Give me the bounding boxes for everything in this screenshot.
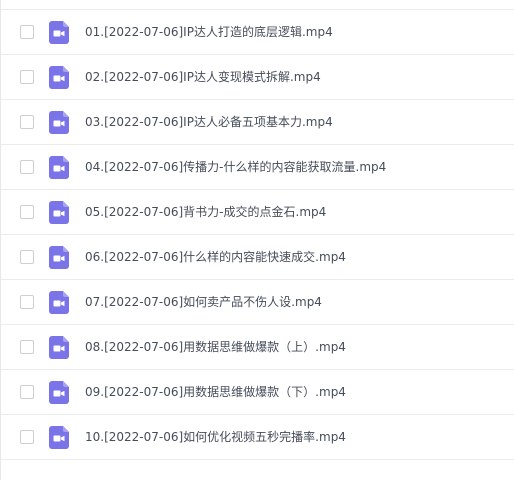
- file-name[interactable]: 05.[2022-07-06]背书力-成交的点金石.mp4: [85, 204, 326, 220]
- video-file-icon: [49, 336, 69, 359]
- file-row[interactable]: 07.[2022-07-06]如何卖产品不伤人设.mp4: [1, 280, 514, 325]
- video-file-icon: [49, 156, 69, 179]
- select-checkbox[interactable]: [20, 70, 34, 84]
- video-file-icon: [49, 246, 69, 269]
- select-checkbox[interactable]: [20, 25, 34, 39]
- video-file-icon: [49, 66, 69, 89]
- file-row[interactable]: 05.[2022-07-06]背书力-成交的点金石.mp4: [1, 190, 514, 235]
- select-checkbox[interactable]: [20, 430, 34, 444]
- file-name[interactable]: 02.[2022-07-06]IP达人变现模式拆解.mp4: [85, 69, 321, 85]
- select-checkbox[interactable]: [20, 385, 34, 399]
- file-name[interactable]: 10.[2022-07-06]如何优化视频五秒完播率.mp4: [85, 429, 346, 445]
- file-list: 01.[2022-07-06]IP达人打造的底层逻辑.mp4 02.[2022-…: [0, 0, 514, 480]
- video-file-icon: [49, 381, 69, 404]
- select-checkbox[interactable]: [20, 250, 34, 264]
- file-rows: 01.[2022-07-06]IP达人打造的底层逻辑.mp4 02.[2022-…: [1, 10, 514, 460]
- file-name[interactable]: 07.[2022-07-06]如何卖产品不伤人设.mp4: [85, 294, 322, 310]
- file-name[interactable]: 03.[2022-07-06]IP达人必备五项基本力.mp4: [85, 114, 333, 130]
- file-row[interactable]: 06.[2022-07-06]什么样的内容能快速成交.mp4: [1, 235, 514, 280]
- file-row[interactable]: 02.[2022-07-06]IP达人变现模式拆解.mp4: [1, 55, 514, 100]
- file-name[interactable]: 06.[2022-07-06]什么样的内容能快速成交.mp4: [85, 249, 346, 265]
- video-file-icon: [49, 111, 69, 134]
- file-row[interactable]: 08.[2022-07-06]用数据思维做爆款（上）.mp4: [1, 325, 514, 370]
- select-checkbox[interactable]: [20, 115, 34, 129]
- file-row[interactable]: 03.[2022-07-06]IP达人必备五项基本力.mp4: [1, 100, 514, 145]
- file-row[interactable]: 04.[2022-07-06]传播力-什么样的内容能获取流量.mp4: [1, 145, 514, 190]
- file-row[interactable]: 09.[2022-07-06]用数据思维做爆款（下）.mp4: [1, 370, 514, 415]
- video-file-icon: [49, 291, 69, 314]
- video-file-icon: [49, 21, 69, 44]
- select-checkbox[interactable]: [20, 160, 34, 174]
- select-checkbox[interactable]: [20, 295, 34, 309]
- file-name[interactable]: 09.[2022-07-06]用数据思维做爆款（下）.mp4: [85, 384, 346, 400]
- file-name[interactable]: 01.[2022-07-06]IP达人打造的底层逻辑.mp4: [85, 24, 333, 40]
- select-checkbox[interactable]: [20, 340, 34, 354]
- file-row[interactable]: 01.[2022-07-06]IP达人打造的底层逻辑.mp4: [1, 10, 514, 55]
- video-file-icon: [49, 201, 69, 224]
- file-name[interactable]: 04.[2022-07-06]传播力-什么样的内容能获取流量.mp4: [85, 159, 386, 175]
- file-row[interactable]: 10.[2022-07-06]如何优化视频五秒完播率.mp4: [1, 415, 514, 460]
- video-file-icon: [49, 426, 69, 449]
- file-name[interactable]: 08.[2022-07-06]用数据思维做爆款（上）.mp4: [85, 339, 346, 355]
- select-checkbox[interactable]: [20, 205, 34, 219]
